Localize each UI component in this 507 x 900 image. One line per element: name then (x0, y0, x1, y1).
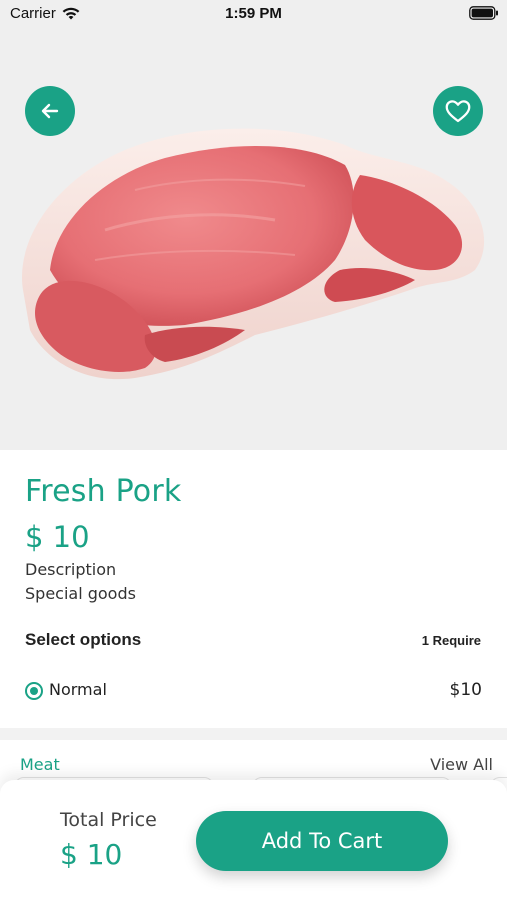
clock: 1:59 PM (225, 5, 282, 22)
product-hero (0, 0, 507, 450)
add-to-cart-button[interactable]: Add To Cart (196, 811, 448, 871)
favorite-button[interactable] (433, 86, 483, 136)
total-price-label: Total Price (60, 809, 157, 831)
options-title: Select options (25, 630, 142, 649)
product-title: Fresh Pork (25, 474, 182, 509)
status-bar: Carrier 1:59 PM (0, 0, 507, 30)
view-all-link[interactable]: View All (430, 755, 493, 774)
arrow-left-icon (41, 103, 59, 119)
total-price-value: $ 10 (60, 838, 123, 871)
heart-outline-icon (445, 100, 471, 123)
product-price: $ 10 (25, 520, 90, 554)
checkout-bar: Total Price $ 10 Add To Cart (0, 780, 507, 900)
option-label: Normal (49, 680, 107, 699)
section-divider (0, 728, 507, 740)
category-title: Meat (20, 755, 60, 774)
product-details: Fresh Pork $ 10 Description Special good… (0, 450, 507, 728)
option-price: $10 (449, 680, 482, 700)
option-row-normal[interactable]: Normal $10 (25, 678, 482, 704)
description-label: Description (25, 560, 117, 579)
pork-chop-image (21, 128, 485, 380)
options-requirement: 1 Require (421, 633, 481, 648)
description-text: Special goods (25, 584, 136, 603)
back-button[interactable] (25, 86, 75, 136)
battery-icon (469, 6, 498, 20)
radio-selected-icon[interactable] (25, 682, 43, 700)
